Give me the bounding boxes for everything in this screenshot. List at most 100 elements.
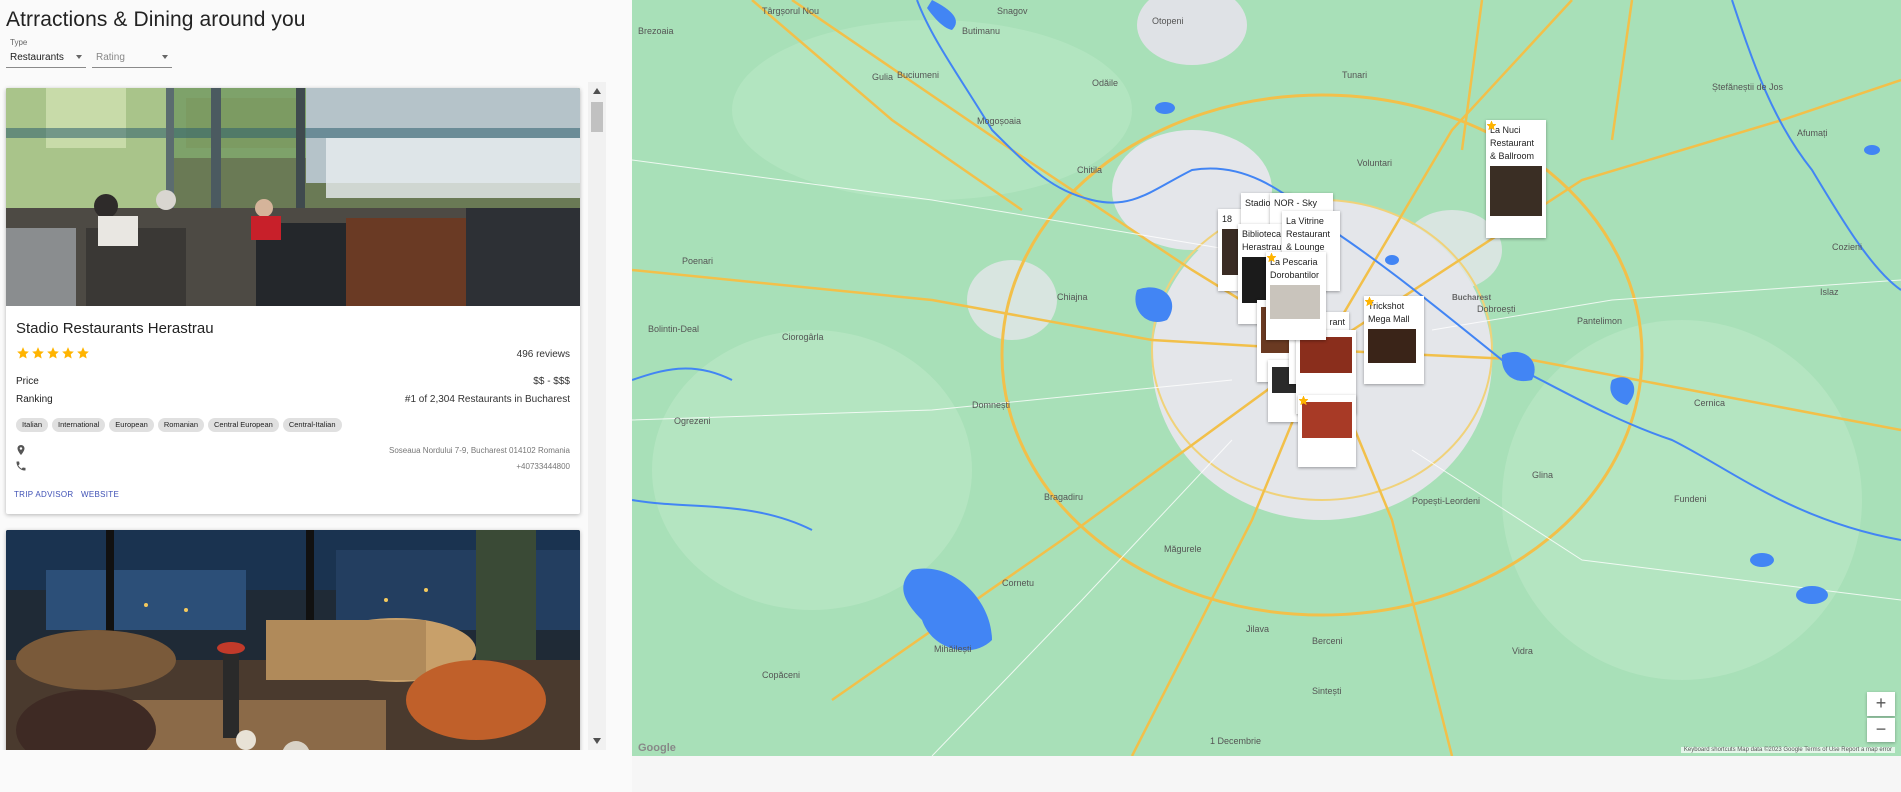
- place-label: Bucharest: [1452, 293, 1491, 302]
- google-logo: Google: [638, 742, 676, 754]
- rating-select-placeholder: Rating: [96, 52, 125, 63]
- place-label: Cornetu: [1002, 578, 1034, 588]
- place-label: Măgurele: [1164, 544, 1202, 554]
- ranking-value: #1 of 2,304 Restaurants in Bucharest: [404, 394, 570, 405]
- star-icon: [32, 347, 44, 359]
- page-title: Atrractions & Dining around you: [6, 8, 306, 31]
- map-marker[interactable]: La Pescaria Dorobantilor: [1266, 252, 1326, 340]
- place-label: Ogrezeni: [674, 416, 711, 426]
- place-label: Otopeni: [1152, 16, 1184, 26]
- place-label: Afumați: [1797, 128, 1828, 138]
- star-icon: [1266, 252, 1277, 262]
- cuisine-tag: Romanian: [157, 418, 205, 432]
- star-icon: [1364, 296, 1375, 306]
- marker-photo: [1270, 285, 1320, 319]
- star-icon: [77, 347, 89, 359]
- tripadvisor-link[interactable]: TRIP ADVISOR: [14, 490, 73, 499]
- marker-photo: [1490, 166, 1542, 216]
- cuisine-tag: International: [52, 418, 106, 432]
- marker-name: La Pescaria Dorobantilor: [1270, 257, 1320, 280]
- results-list[interactable]: Stadio Restaurants Herastrau 496 reviews…: [0, 82, 607, 750]
- scroll-down-icon[interactable]: [593, 738, 601, 744]
- price-label: Price: [16, 376, 39, 387]
- marker-name: Trickshot Mega Mall: [1368, 301, 1410, 324]
- star-icon: [1298, 395, 1309, 405]
- place-label: Poenari: [682, 256, 713, 266]
- marker-name: La Vitrine Restaurant & Lounge: [1286, 216, 1331, 252]
- cuisine-tag: Italian: [16, 418, 49, 432]
- place-label: Voluntari: [1357, 158, 1392, 168]
- place-phone[interactable]: +40733444800: [516, 462, 570, 471]
- place-label: Mogoșoaia: [977, 116, 1021, 126]
- place-label: Chitila: [1077, 165, 1102, 175]
- map-view[interactable]: Târgșorul Nou Snagov Otopeni Brezoaia Bu…: [632, 0, 1901, 756]
- place-card: [6, 530, 580, 750]
- scroll-up-icon[interactable]: [593, 88, 601, 94]
- place-label: Bragadiru: [1044, 492, 1083, 502]
- type-select-value: Restaurants: [10, 52, 64, 63]
- chevron-down-icon: [76, 55, 82, 59]
- phone-icon: [16, 461, 26, 471]
- place-label: Gulia: [872, 72, 893, 82]
- results-scrollbar[interactable]: [588, 82, 606, 750]
- place-label: Pantelimon: [1577, 316, 1622, 326]
- star-icon: [1486, 120, 1497, 130]
- cuisine-tag: European: [109, 418, 154, 432]
- place-label: Brezoaia: [638, 26, 674, 36]
- place-label: Fundeni: [1674, 494, 1707, 504]
- place-label: Islaz: [1820, 287, 1839, 297]
- marker-photo: [1300, 337, 1352, 373]
- place-label: Cernica: [1694, 398, 1725, 408]
- map-attribution[interactable]: Keyboard shortcuts Map data ©2023 Google…: [1680, 747, 1895, 753]
- place-label: Jilava: [1246, 624, 1269, 634]
- place-label: Dobroești: [1477, 304, 1516, 314]
- zoom-in-button[interactable]: +: [1867, 692, 1895, 716]
- cuisine-tag: Central European: [208, 418, 279, 432]
- star-icon: [17, 347, 29, 359]
- place-label: Buciumeni: [897, 70, 939, 80]
- place-label: Vidra: [1512, 646, 1533, 656]
- place-label: Târgșorul Nou: [762, 6, 819, 16]
- place-label: Butimanu: [962, 26, 1000, 36]
- place-label: Ștefăneștii de Jos: [1712, 82, 1784, 92]
- place-label: Mihăilești: [934, 644, 972, 654]
- place-label: Glina: [1532, 470, 1553, 480]
- cuisine-tags: Italian International European Romanian …: [16, 418, 342, 432]
- map-marker[interactable]: [1298, 395, 1356, 467]
- website-link[interactable]: WEBSITE: [81, 490, 119, 499]
- place-label: Popești-Leordeni: [1412, 496, 1480, 506]
- place-label: Cozieni: [1832, 242, 1862, 252]
- price-value: $$ - $$$: [533, 376, 570, 387]
- place-card: Stadio Restaurants Herastrau 496 reviews…: [6, 88, 580, 514]
- marker-photo: [1302, 402, 1352, 438]
- place-label: Odăile: [1092, 78, 1118, 88]
- chevron-down-icon: [162, 55, 168, 59]
- app-root: Atrractions & Dining around you Type Res…: [0, 0, 1901, 792]
- map-marker[interactable]: La Nuci Restaurant & Ballroom: [1486, 120, 1546, 238]
- type-select-label: Type: [10, 38, 28, 47]
- place-label: Chiajna: [1057, 292, 1088, 302]
- place-label: Snagov: [997, 6, 1028, 16]
- review-count: 496 reviews: [516, 349, 570, 360]
- place-label: Copăceni: [762, 670, 800, 680]
- rating-stars: [16, 346, 90, 360]
- place-label: Ciorogârla: [782, 332, 824, 342]
- type-select[interactable]: Type Restaurants: [6, 38, 86, 68]
- rating-select[interactable]: Rating: [92, 38, 172, 68]
- star-icon: [47, 347, 59, 359]
- place-label: Bolintin-Deal: [648, 324, 699, 334]
- place-photo: [6, 88, 580, 306]
- place-address: Soseaua Nordului 7-9, Bucharest 014102 R…: [388, 446, 570, 455]
- scroll-thumb[interactable]: [591, 102, 603, 132]
- cuisine-tag: Central-Italian: [282, 418, 342, 432]
- place-photo: [6, 530, 580, 750]
- marker-name: NOR - Sky: [1274, 198, 1318, 208]
- map-marker[interactable]: Trickshot Mega Mall: [1364, 296, 1424, 384]
- location-pin-icon: [17, 445, 25, 455]
- star-icon: [62, 347, 74, 359]
- ranking-label: Ranking: [16, 394, 53, 405]
- place-label: 1 Decembrie: [1210, 736, 1261, 746]
- place-label: Sintești: [1312, 686, 1342, 696]
- zoom-out-button[interactable]: −: [1867, 718, 1895, 742]
- marker-photo: [1368, 329, 1416, 363]
